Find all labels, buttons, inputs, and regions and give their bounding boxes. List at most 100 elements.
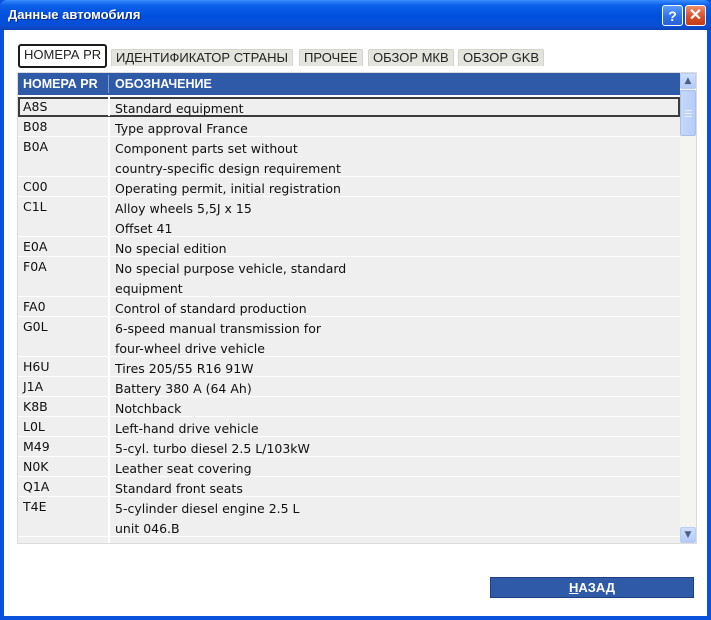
table-row[interactable]: E0A No special edition — [18, 237, 680, 257]
cell-divider — [108, 417, 110, 436]
table-row[interactable]: M49 5-cyl. turbo diesel 2.5 L/103kW — [18, 437, 680, 457]
vehicle-data-dialog: Данные автомобиля ? ✕ НОМЕРА PR ИДЕНТИФИ… — [0, 0, 711, 620]
chevron-down-icon: ▼ — [684, 530, 692, 540]
designation-cell: Left-hand drive vehicle — [115, 421, 259, 436]
cell-divider — [108, 297, 110, 316]
cell-divider — [108, 497, 110, 536]
table-row[interactable]: T4E 5-cylinder diesel engine 2.5 L unit 0… — [18, 497, 680, 537]
close-button[interactable]: ✕ — [685, 5, 706, 26]
table-body: A8S Standard equipment B08 Type approval Fr… — [18, 97, 680, 543]
tab-country-identifier[interactable]: ИДЕНТИФИКАТОР СТРАНЫ — [111, 49, 293, 66]
designation-cell: Operating permit, initial registration — [115, 181, 341, 196]
cell-divider — [108, 257, 110, 296]
pr-code-cell: A8S — [23, 99, 48, 114]
designation-cell: Leather seat covering — [115, 461, 252, 476]
back-button-mnemonic: Н — [568, 580, 579, 595]
pr-code-cell: C1L — [23, 199, 47, 214]
scroll-down-button[interactable]: ▼ — [680, 527, 696, 543]
cell-divider — [108, 437, 110, 456]
cell-divider — [108, 97, 110, 116]
thumb-grip — [685, 116, 692, 117]
designation-cell: Tires 205/55 R16 91W — [115, 361, 254, 376]
designation-cell: Battery 380 A (64 Ah) — [115, 381, 252, 396]
pr-code-cell: L0L — [23, 419, 45, 434]
cell-divider — [108, 477, 110, 496]
tab-other[interactable]: ПРОЧЕЕ — [299, 49, 363, 66]
designation-cell: 5-cylinder diesel engine 2.5 L unit 046.… — [115, 501, 300, 536]
pr-code-cell: K8B — [23, 399, 48, 414]
cell-divider — [108, 177, 110, 196]
thumb-grip — [685, 110, 692, 111]
pr-code-cell: M49 — [23, 439, 50, 454]
table-row[interactable]: H6U Tires 205/55 R16 91W — [18, 357, 680, 377]
title-bar[interactable]: Данные автомобиля ? ✕ — [0, 0, 711, 30]
cell-divider — [108, 117, 110, 136]
table-row[interactable]: B0A Component parts set without country-s… — [18, 137, 680, 177]
tab-pr-numbers[interactable]: НОМЕРА PR — [18, 44, 108, 68]
designation-cell: Alloy wheels 5,5J x 15 Offset 41 — [115, 201, 252, 236]
help-button[interactable]: ? — [662, 5, 683, 26]
column-header-designation[interactable]: ОБОЗНАЧЕНИЕ — [115, 77, 212, 91]
pr-code-cell: F0A — [23, 259, 47, 274]
pr-code-cell: B0A — [23, 139, 49, 154]
pr-code-cell: T4E — [23, 499, 47, 514]
table-row[interactable]: K8B Notchback — [18, 397, 680, 417]
cell-divider — [108, 317, 110, 356]
designation-cell: 5-cyl. turbo diesel 2.5 L/103kW — [115, 441, 310, 456]
table-row[interactable]: F0A No special purpose vehicle, standard … — [18, 257, 680, 297]
column-header-pr-number[interactable]: НОМЕРА PR — [23, 77, 98, 91]
designation-cell: Component parts set without country-spec… — [115, 141, 341, 176]
column-divider[interactable] — [108, 75, 109, 93]
cell-divider — [108, 237, 110, 256]
back-button-label: АЗАД — [578, 580, 616, 595]
pr-code-cell: C00 — [23, 179, 48, 194]
table-row[interactable]: L0L Left-hand drive vehicle — [18, 417, 680, 437]
designation-cell: Type approval France — [115, 121, 248, 136]
back-button[interactable]: Н АЗАД — [490, 577, 694, 598]
designation-cell: Notchback — [115, 401, 182, 416]
table-row[interactable] — [18, 537, 680, 543]
thumb-grip — [685, 113, 692, 114]
designation-cell: 6-speed manual transmission for four-whe… — [115, 321, 321, 356]
table-row[interactable]: J1A Battery 380 A (64 Ah) — [18, 377, 680, 397]
table-row[interactable]: A8S Standard equipment — [18, 97, 680, 117]
vertical-scrollbar[interactable]: ▲ ▼ — [680, 73, 696, 543]
chevron-up-icon: ▲ — [684, 76, 692, 86]
cell-divider — [108, 457, 110, 476]
table-row[interactable]: C1L Alloy wheels 5,5J x 15 Offset 41 — [18, 197, 680, 237]
cell-divider — [108, 197, 110, 236]
scroll-thumb[interactable] — [680, 90, 696, 136]
scroll-up-button[interactable]: ▲ — [680, 73, 696, 89]
pr-code-cell: B08 — [23, 119, 48, 134]
designation-cell: No special edition — [115, 241, 227, 256]
window-title: Данные автомобиля — [8, 7, 141, 22]
pr-code-cell: E0A — [23, 239, 48, 254]
pr-code-cell: N0K — [23, 459, 49, 474]
close-icon: ✕ — [688, 6, 703, 24]
tab-mkb-overview[interactable]: ОБЗОР МКВ — [368, 49, 454, 66]
pr-code-cell: J1A — [23, 379, 44, 394]
table-row[interactable]: G0L 6-speed manual transmission for four-… — [18, 317, 680, 357]
cell-divider — [108, 537, 110, 543]
table-row[interactable]: B08 Type approval France — [18, 117, 680, 137]
designation-cell: Control of standard production — [115, 301, 307, 316]
tab-gkb-overview[interactable]: ОБЗОР GKB — [458, 49, 545, 66]
pr-code-cell: H6U — [23, 359, 50, 374]
pr-code-cell: FA0 — [23, 299, 46, 314]
designation-cell: Standard equipment — [115, 101, 244, 116]
pr-code-cell: G0L — [23, 319, 48, 334]
designation-cell: No special purpose vehicle, standard equ… — [115, 261, 347, 296]
cell-divider — [108, 397, 110, 416]
cell-divider — [108, 377, 110, 396]
pr-code-cell: Q1A — [23, 479, 50, 494]
table-row[interactable]: Q1A Standard front seats — [18, 477, 680, 497]
cell-divider — [108, 137, 110, 176]
table-row[interactable]: N0K Leather seat covering — [18, 457, 680, 477]
table-row[interactable]: C00 Operating permit, initial registratio… — [18, 177, 680, 197]
pr-numbers-table: НОМЕРА PR ОБОЗНАЧЕНИЕ A8S Standard equipm… — [17, 72, 697, 544]
table-row[interactable]: FA0 Control of standard production — [18, 297, 680, 317]
designation-cell — [115, 537, 680, 539]
help-icon: ? — [668, 7, 677, 24]
dialog-body: НОМЕРА PR ИДЕНТИФИКАТОР СТРАНЫ ПРОЧЕЕ ОБ… — [4, 30, 707, 616]
table-header: НОМЕРА PR ОБОЗНАЧЕНИЕ — [18, 73, 680, 95]
